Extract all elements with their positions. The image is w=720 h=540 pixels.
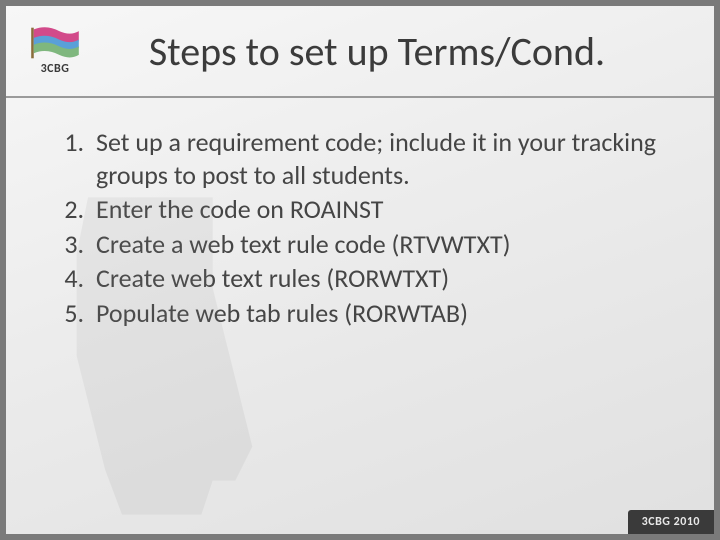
list-item: Set up a requirement code; include it in… — [90, 126, 672, 191]
header: 3CBG Steps to set up Terms/Cond. — [6, 6, 714, 98]
slide: 3CBG Steps to set up Terms/Cond. Set up … — [0, 0, 720, 540]
logo: 3CBG — [20, 16, 90, 86]
logo-text: 3CBG — [41, 62, 70, 76]
list-item: Create a web text rule code (RTVWTXT) — [90, 228, 672, 261]
list-item: Populate web tab rules (RORWTAB) — [90, 297, 672, 330]
steps-list: Set up a requirement code; include it in… — [48, 126, 672, 329]
list-item: Enter the code on ROAINST — [90, 193, 672, 226]
body: Set up a requirement code; include it in… — [6, 98, 714, 329]
flag-icon — [29, 26, 81, 60]
footer-badge: 3CBG 2010 — [628, 510, 714, 534]
list-item: Create web text rules (RORWTXT) — [90, 262, 672, 295]
page-title: Steps to set up Terms/Cond. — [90, 27, 714, 76]
